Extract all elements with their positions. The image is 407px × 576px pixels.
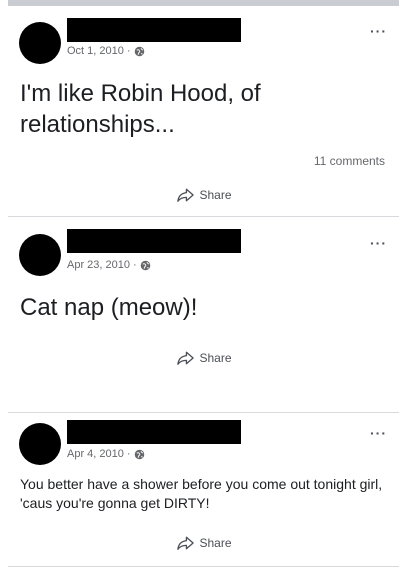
author-name-redacted[interactable] xyxy=(67,18,241,42)
post-divider xyxy=(8,566,399,567)
post-meta: Apr 4, 2010 · xyxy=(67,448,145,460)
globe-icon xyxy=(134,46,144,56)
share-button[interactable]: Share xyxy=(175,350,232,366)
author-name-redacted[interactable] xyxy=(67,420,241,444)
avatar[interactable] xyxy=(19,234,61,276)
share-icon xyxy=(176,188,194,202)
post-date[interactable]: Apr 4, 2010 xyxy=(67,448,124,460)
post-text: You better have a shower before you come… xyxy=(20,476,383,511)
share-icon xyxy=(176,351,194,365)
more-options-button[interactable]: ··· xyxy=(370,426,387,440)
avatar[interactable] xyxy=(19,423,61,465)
globe-icon xyxy=(140,260,150,270)
feed-post: Apr 4, 2010 · ··· You better have a show… xyxy=(0,416,407,566)
feed-post: Apr 23, 2010 · ··· Cat nap (meow)! Share xyxy=(0,226,407,396)
meta-separator: · xyxy=(133,259,137,271)
feed-top-divider xyxy=(8,0,399,6)
post-divider xyxy=(8,216,399,217)
share-button[interactable]: Share xyxy=(175,535,232,551)
post-date[interactable]: Apr 23, 2010 xyxy=(67,259,130,271)
post-meta: Oct 1, 2010 · xyxy=(67,45,145,57)
share-icon xyxy=(176,536,194,550)
meta-separator: · xyxy=(126,45,131,57)
feed-post: Oct 1, 2010 · ··· I'm like Robin Hood, o… xyxy=(0,10,407,215)
post-meta: Apr 23, 2010 · xyxy=(67,259,151,271)
comments-count[interactable]: 11 comments xyxy=(314,154,385,168)
post-divider xyxy=(8,412,399,413)
post-text: Cat nap (meow)! xyxy=(20,294,198,321)
author-name-redacted[interactable] xyxy=(67,229,241,253)
more-options-button[interactable]: ··· xyxy=(370,24,387,38)
share-label: Share xyxy=(199,351,232,365)
avatar[interactable] xyxy=(19,22,61,64)
share-label: Share xyxy=(199,188,232,202)
more-options-button[interactable]: ··· xyxy=(370,236,387,250)
share-label: Share xyxy=(199,536,232,550)
meta-separator: · xyxy=(126,448,131,460)
post-date[interactable]: Oct 1, 2010 xyxy=(67,45,124,57)
share-button[interactable]: Share xyxy=(175,187,232,203)
globe-icon xyxy=(134,449,144,459)
post-text: I'm like Robin Hood, of relationships... xyxy=(20,80,261,138)
